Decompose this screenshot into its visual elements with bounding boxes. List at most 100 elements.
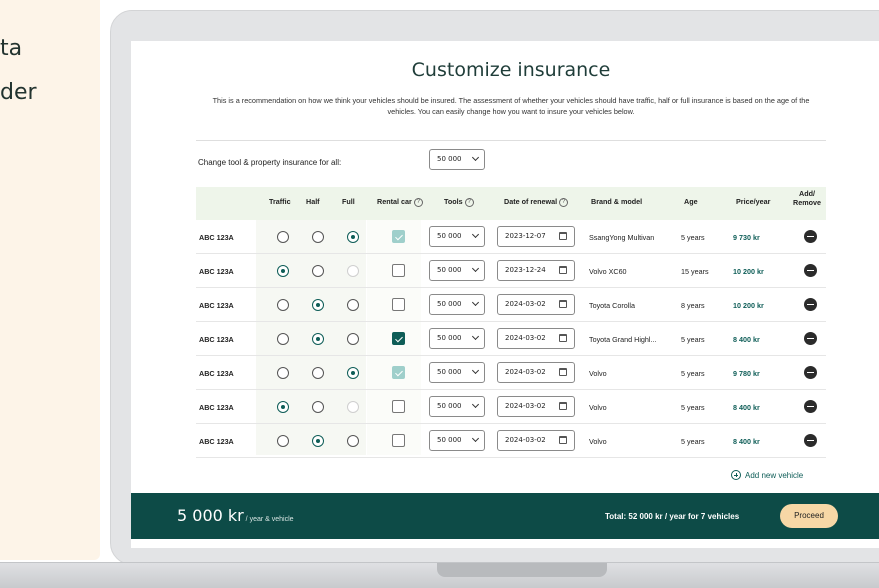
half-radio[interactable] [312, 299, 324, 311]
divider [196, 140, 826, 141]
header-add-remove: Add/Remove [793, 189, 821, 207]
renewal-date-input[interactable]: 2023-12-24 [497, 260, 575, 281]
laptop-notch [437, 563, 607, 577]
price-per-vehicle: 5 000 kr / year & vehicle [177, 506, 294, 525]
price-per-year: 9 730 kr [733, 232, 760, 242]
full-radio[interactable] [347, 333, 359, 345]
rental-car-checkbox[interactable] [392, 230, 405, 243]
table-row: ABC 123A 50 000 2024-03-02 Volvo 5 years 9 78… [196, 356, 826, 390]
half-radio[interactable] [312, 435, 324, 447]
renewal-date-value: 2023-12-07 [505, 232, 546, 240]
full-radio[interactable] [347, 367, 359, 379]
remove-vehicle-icon[interactable] [804, 434, 817, 447]
renewal-date-input[interactable]: 2024-03-02 [497, 362, 575, 383]
header-traffic: Traffic [269, 197, 291, 206]
help-icon[interactable]: ? [413, 197, 423, 207]
renewal-date-value: 2024-03-02 [505, 368, 546, 376]
header-add-label: Add/ [799, 189, 815, 198]
traffic-radio[interactable] [277, 401, 289, 413]
rental-car-checkbox[interactable] [392, 434, 405, 447]
registration-number: ABC 123A [199, 300, 234, 310]
proceed-button[interactable]: Proceed [780, 504, 838, 528]
half-radio[interactable] [312, 333, 324, 345]
full-radio[interactable] [347, 401, 359, 413]
traffic-radio[interactable] [277, 299, 289, 311]
tools-select[interactable]: 50 000 [429, 430, 485, 451]
rental-car-checkbox[interactable] [392, 264, 405, 277]
full-radio[interactable] [347, 231, 359, 243]
chevron-down-icon [471, 400, 480, 409]
rental-car-checkbox[interactable] [392, 366, 405, 379]
remove-vehicle-icon[interactable] [804, 366, 817, 379]
registration-number: ABC 123A [199, 232, 234, 242]
table-row: ABC 123A 50 000 2024-03-02 Toyota Grand Hig… [196, 322, 826, 356]
header-rental-label: Rental car [377, 197, 412, 206]
chevron-down-icon [471, 264, 480, 273]
full-radio[interactable] [347, 299, 359, 311]
remove-vehicle-icon[interactable] [804, 230, 817, 243]
remove-vehicle-icon[interactable] [804, 298, 817, 311]
tools-value: 50 000 [437, 266, 462, 274]
calendar-icon [559, 402, 567, 410]
tools-select[interactable]: 50 000 [429, 226, 485, 247]
add-new-vehicle-button[interactable]: Add new vehicle [731, 470, 803, 480]
header-tools-label: Tools [444, 197, 463, 206]
tools-select[interactable]: 50 000 [429, 294, 485, 315]
traffic-radio[interactable] [277, 333, 289, 345]
half-radio[interactable] [312, 231, 324, 243]
table-row: ABC 123A 50 000 2023-12-07 SsangYong Multiv… [196, 220, 826, 254]
price-per-year: 10 200 kr [733, 300, 764, 310]
price-per-year: 8 400 kr [733, 402, 760, 412]
table-row: ABC 123A 50 000 2024-03-02 Volvo 5 years 8 40… [196, 390, 826, 424]
header-tools: Tools? [444, 197, 474, 207]
tools-select[interactable]: 50 000 [429, 396, 485, 417]
remove-vehicle-icon[interactable] [804, 400, 817, 413]
price-suffix: / year & vehicle [243, 516, 294, 523]
header-brand-model: Brand & model [591, 197, 643, 206]
tools-value: 50 000 [437, 334, 462, 342]
renewal-date-value: 2023-12-24 [505, 266, 546, 274]
registration-number: ABC 123A [199, 368, 234, 378]
traffic-radio[interactable] [277, 265, 289, 277]
tools-value: 50 000 [437, 300, 462, 308]
price-per-year: 8 400 kr [733, 436, 760, 446]
remove-vehicle-icon[interactable] [804, 264, 817, 277]
traffic-radio[interactable] [277, 367, 289, 379]
brand-model: Volvo [589, 368, 607, 378]
registration-number: ABC 123A [199, 402, 234, 412]
full-radio[interactable] [347, 265, 359, 277]
rental-car-checkbox[interactable] [392, 298, 405, 311]
tools-select[interactable]: 50 000 [429, 328, 485, 349]
chevron-down-icon [471, 298, 480, 307]
tools-select[interactable]: 50 000 [429, 362, 485, 383]
rental-car-checkbox[interactable] [392, 400, 405, 413]
renewal-date-input[interactable]: 2024-03-02 [497, 328, 575, 349]
chevron-down-icon [471, 434, 480, 443]
traffic-radio[interactable] [277, 435, 289, 447]
remove-vehicle-icon[interactable] [804, 332, 817, 345]
renewal-date-input[interactable]: 2023-12-07 [497, 226, 575, 247]
footer-bar: 5 000 kr / year & vehicle Total: 52 000 … [131, 493, 879, 539]
header-full: Full [342, 197, 355, 206]
price-per-year: 8 400 kr [733, 334, 760, 344]
half-radio[interactable] [312, 401, 324, 413]
renewal-date-value: 2024-03-02 [505, 334, 546, 342]
help-icon[interactable]: ? [559, 197, 569, 207]
renewal-date-value: 2024-03-02 [505, 402, 546, 410]
app-screen: Customize insurance This is a recommenda… [131, 41, 879, 548]
tools-select[interactable]: 50 000 [429, 260, 485, 281]
help-icon[interactable]: ? [464, 197, 474, 207]
change-all-value: 50 000 [437, 155, 462, 163]
header-rental-car: Rental car? [377, 197, 423, 207]
chevron-down-icon [471, 366, 480, 375]
half-radio[interactable] [312, 265, 324, 277]
full-radio[interactable] [347, 435, 359, 447]
registration-number: ABC 123A [199, 334, 234, 344]
half-radio[interactable] [312, 367, 324, 379]
renewal-date-input[interactable]: 2024-03-02 [497, 294, 575, 315]
renewal-date-input[interactable]: 2024-03-02 [497, 430, 575, 451]
change-all-select[interactable]: 50 000 [429, 149, 485, 170]
traffic-radio[interactable] [277, 231, 289, 243]
renewal-date-input[interactable]: 2024-03-02 [497, 396, 575, 417]
rental-car-checkbox[interactable] [392, 332, 405, 345]
